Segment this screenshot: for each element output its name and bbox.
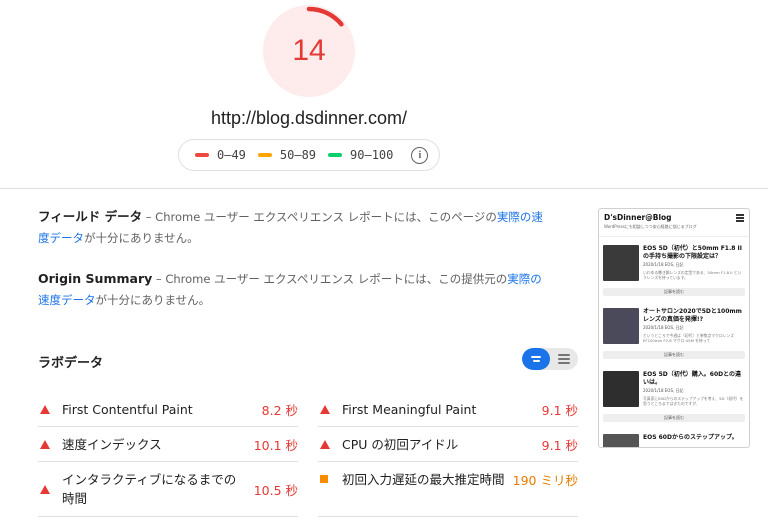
post-thumbnail-image (603, 308, 639, 344)
fail-triangle-icon (320, 404, 330, 414)
phone-post: オートサロン2020で5Dと100mmレンズの真価を発揮!? 2020/1/18… (599, 300, 749, 363)
page-screenshot-thumbnail: D'sDinner@Blog WordPressにも相談しつつ安心経路に悩じるブ… (598, 208, 750, 448)
origin-summary-text-end: が十分にありません。 (95, 293, 211, 307)
lab-metrics: First Contentful Paint 8.2 秒 First Meani… (38, 392, 578, 517)
fail-triangle-icon (320, 439, 330, 449)
summary-view-button[interactable] (522, 348, 550, 370)
metric-max-potential-fid: 初回入力遅延の最大推定時間 190 ミリ秒 (318, 462, 578, 517)
analyzed-url: http://blog.dsdinner.com/ (210, 108, 408, 128)
post-excerpt: いわゆる撒き餌レンズの定型である、50mm F1.8 II というレンズを持って… (643, 270, 742, 280)
legend-label-fail: 0–49 (217, 148, 246, 162)
post-title: EOS 60Dからのステップアップ。 (643, 434, 738, 441)
post-thumbnail-image (603, 245, 639, 281)
average-square-icon (320, 475, 328, 483)
legend-item-pass: 90–100 (328, 148, 393, 162)
metric-value: 8.2 秒 (261, 402, 298, 418)
post-excerpt: 写真家に60Dからのステップアップを考え、5D（初代）を思うところまではきたので… (643, 396, 744, 406)
header-divider (0, 188, 768, 189)
lab-data-title: ラボデータ (38, 356, 104, 371)
post-thumbnail-image (603, 371, 639, 407)
hamburger-menu-icon (736, 214, 744, 223)
metric-value: 9.1 秒 (541, 402, 578, 418)
legend-label-pass: 90–100 (350, 148, 394, 162)
score-legend: 0–49 50–89 90–100 i (178, 139, 440, 171)
view-toggle (522, 348, 578, 370)
metric-label: インタラクティブになるまでの時間 (62, 472, 237, 506)
metric-label: CPU の初回アイドル (342, 436, 459, 452)
post-title: EOS 5D（初代）購入。60Dとの違いは。 (643, 371, 742, 386)
origin-summary-heading: Origin Summary (38, 271, 153, 286)
fail-triangle-icon (40, 439, 50, 449)
post-thumbnail-image (603, 434, 639, 447)
legend-bar-fail-icon (195, 153, 209, 157)
metric-label: 速度インデックス (62, 436, 162, 452)
performance-score-gauge: 14 (262, 4, 356, 98)
origin-summary-section: Origin Summary – Chrome ユーザー エクスペリエンス レポ… (38, 268, 548, 311)
field-data-heading: フィールド データ (38, 209, 143, 224)
metric-value: 9.1 秒 (541, 437, 578, 453)
phone-post: EOS 5D（初代）購入。60Dとの違いは。 2020/1/18 EOS, 日記… (599, 363, 749, 426)
field-data-text-end: が十分にありません。 (84, 231, 199, 245)
metric-first-meaningful-paint: First Meaningful Paint 9.1 秒 (318, 392, 578, 427)
metric-label: First Meaningful Paint (342, 401, 477, 417)
legend-item-fail: 0–49 (195, 148, 246, 162)
metric-speed-index: 速度インデックス 10.1 秒 (38, 427, 298, 462)
metric-value: 10.5 秒 (253, 482, 298, 498)
read-more-button: 記事を読む (603, 351, 745, 359)
phone-site-title: D'sDinner@Blog (604, 213, 672, 222)
post-meta: 2020/1/18 EOS, 日記 (643, 325, 684, 330)
legend-bar-pass-icon (328, 153, 343, 157)
post-meta: 2020/1/18 EOS, 日記 (643, 262, 684, 267)
field-data-text: – Chrome ユーザー エクスペリエンス レポートには、このページの (142, 210, 497, 224)
metric-first-cpu-idle: CPU の初回アイドル 9.1 秒 (318, 427, 578, 462)
metric-time-to-interactive: インタラクティブになるまでの時間 10.5 秒 (38, 462, 298, 517)
legend-item-average: 50–89 (257, 148, 317, 162)
fail-triangle-icon (40, 404, 50, 414)
metric-label: First Contentful Paint (62, 401, 193, 417)
read-more-button: 記事を読む (603, 288, 745, 296)
read-more-button: 記事を読む (603, 414, 745, 422)
origin-summary-text: – Chrome ユーザー エクスペリエンス レポートには、この提供元の (152, 272, 508, 286)
info-icon[interactable]: i (411, 146, 429, 164)
metric-first-contentful-paint: First Contentful Paint 8.2 秒 (38, 392, 298, 427)
phone-post: EOS 60Dからのステップアップ。 (599, 426, 749, 447)
post-title: EOS 5D（初代）と50mm F1.8 IIの手持ち撮影の下限設定は？ (643, 245, 742, 260)
post-excerpt: というところで今週は（初代）と単焦点マクロレンズ EF100mm F2.8 マク… (643, 333, 735, 343)
field-data-section: フィールド データ – Chrome ユーザー エクスペリエンス レポートには、… (38, 206, 548, 249)
metric-value: 190 ミリ秒 (512, 473, 578, 488)
detail-view-button[interactable] (550, 348, 578, 370)
post-meta: 2020/1/18 EOS, 日記 (643, 388, 684, 393)
phone-header: D'sDinner@Blog WordPressにも相談しつつ安心経路に悩じるブ… (599, 209, 749, 237)
fail-triangle-icon (40, 484, 50, 494)
metric-label: 初回入力遅延の最大推定時間 (342, 472, 505, 487)
performance-score: 14 (292, 34, 326, 67)
phone-site-subtitle: WordPressにも相談しつつ安心経路に悩じるブログ (604, 224, 697, 229)
metric-value: 10.1 秒 (253, 437, 298, 453)
legend-bar-average-icon (257, 153, 272, 157)
post-title: オートサロン2020で5Dと100mmレンズの真価を発揮!? (643, 308, 742, 323)
phone-post: EOS 5D（初代）と50mm F1.8 IIの手持ち撮影の下限設定は？ 202… (599, 237, 749, 300)
legend-label-average: 50–89 (279, 148, 317, 162)
